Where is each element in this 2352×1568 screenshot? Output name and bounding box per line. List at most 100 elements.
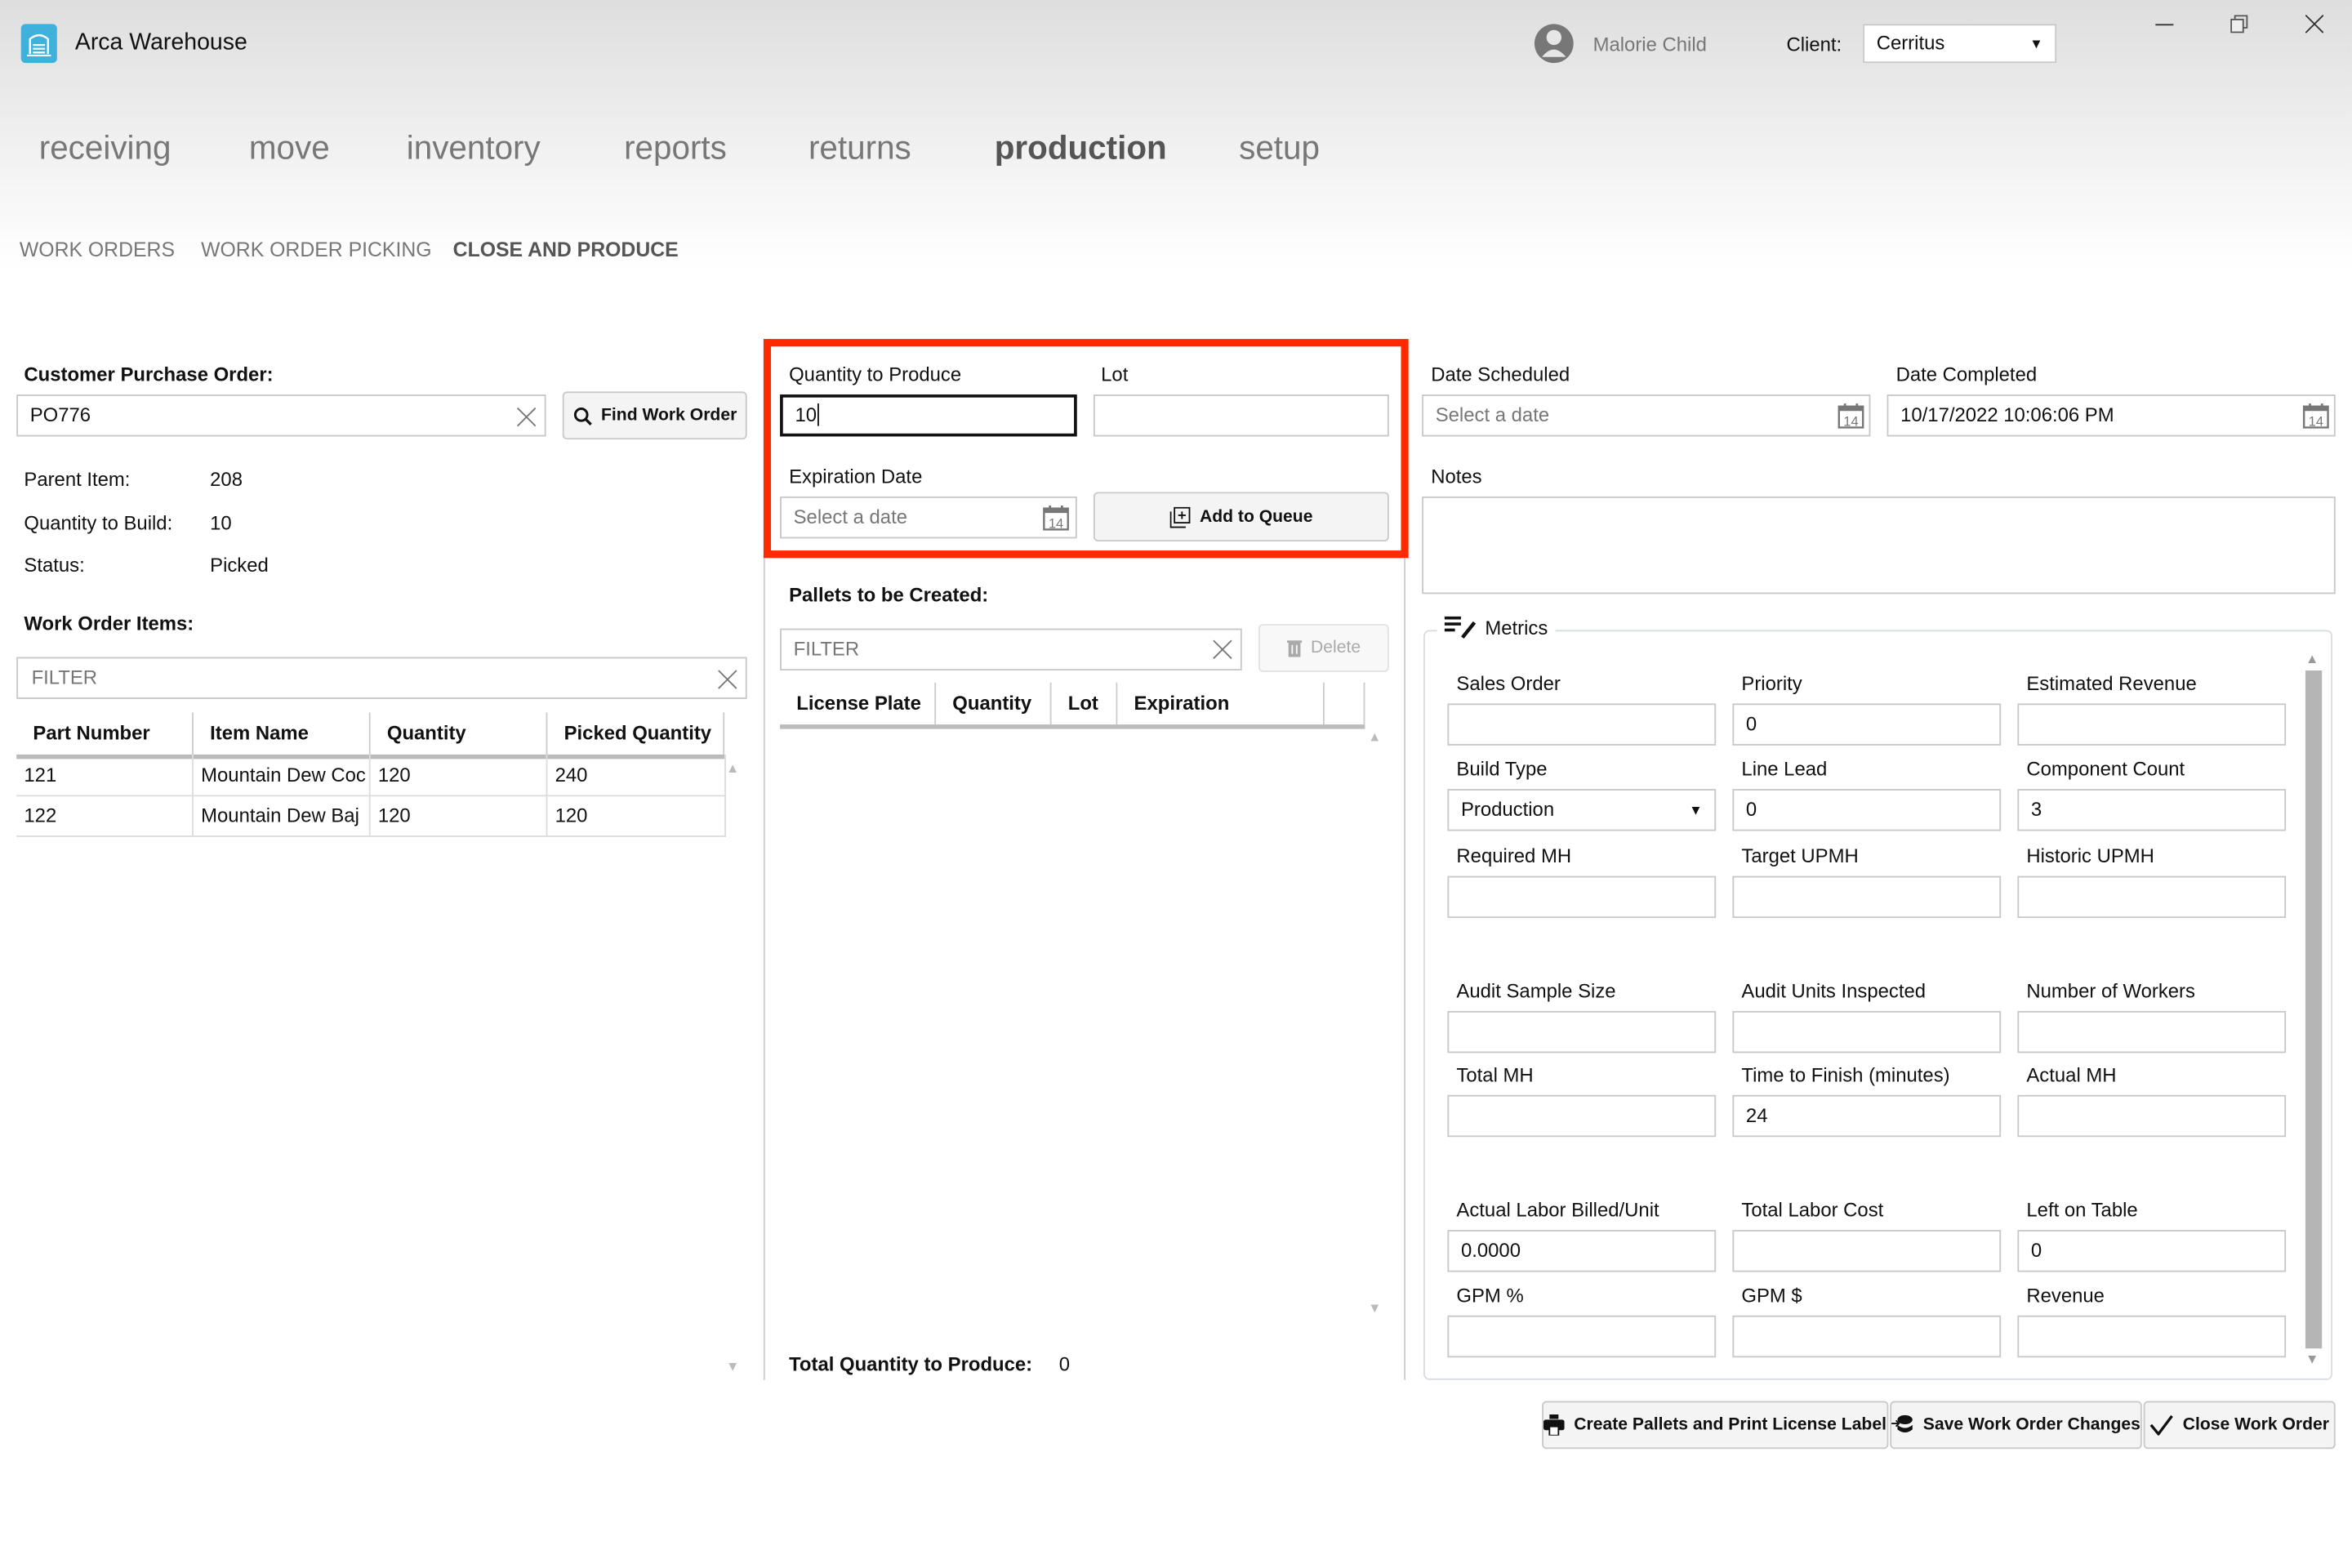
calendar-icon[interactable]: 14 [2302, 402, 2329, 429]
scroll-up-icon[interactable]: ▲ [726, 760, 739, 775]
clear-filter-icon[interactable] [1212, 639, 1233, 660]
nav-reports[interactable]: reports [624, 129, 727, 168]
audit-units-inspected-input[interactable] [1732, 1010, 2002, 1054]
historic-upmh-label: Historic UPMH [2026, 844, 2154, 867]
nav-setup[interactable]: setup [1239, 129, 1320, 168]
scroll-up-icon[interactable]: ▲ [2305, 651, 2319, 666]
search-icon [573, 407, 592, 425]
chevron-down-icon: ▼ [2029, 36, 2043, 51]
calendar-icon[interactable]: 14 [1043, 504, 1070, 531]
printer-icon [1544, 1414, 1566, 1436]
gpm-input[interactable] [1447, 1315, 1717, 1358]
revenue-input[interactable] [2017, 1315, 2287, 1358]
date-scheduled-label: Date Scheduled [1431, 363, 1570, 386]
table-cell: Mountain Dew Baj [192, 795, 369, 836]
column-header[interactable]: Item Name [192, 712, 369, 755]
user-name[interactable]: Malorie Child [1593, 33, 1707, 56]
table-row[interactable]: 121 Mountain Dew Coc 120 240 [16, 754, 726, 797]
component-count-label: Component Count [2026, 757, 2185, 781]
total-qty-value: 0 [1058, 1352, 1070, 1376]
delete-button[interactable]: Delete [1258, 624, 1389, 672]
scroll-down-icon[interactable]: ▼ [2305, 1352, 2319, 1366]
sales-order-input[interactable] [1447, 703, 1717, 746]
number-of-workers-input[interactable] [2017, 1010, 2287, 1054]
left-on-table-input[interactable]: 0 [2017, 1230, 2287, 1272]
line-lead-input[interactable]: 0 [1732, 789, 2002, 831]
historic-upmh-input[interactable] [2017, 875, 2287, 919]
checkmark-icon [2149, 1414, 2174, 1436]
actual-mh-input[interactable] [2017, 1094, 2287, 1138]
qty-produce-label: Quantity to Produce [789, 363, 962, 386]
scroll-down-icon[interactable]: ▼ [1368, 1300, 1381, 1315]
app-title: Arca Warehouse [74, 29, 247, 56]
date-completed-input[interactable]: 10/17/2022 10:06:06 PM [1886, 394, 2336, 437]
expiration-date-input[interactable]: Select a date [780, 496, 1077, 539]
nav-production[interactable]: production [995, 129, 1167, 168]
pallets-filter-input[interactable]: FILTER [780, 628, 1242, 671]
column-header[interactable]: License Plate [780, 683, 934, 724]
items-filter-input[interactable]: FILTER [16, 657, 747, 699]
priority-input[interactable]: 0 [1732, 703, 2002, 746]
column-header[interactable]: Part Number [16, 712, 192, 754]
nav-move[interactable]: move [249, 129, 330, 168]
left-on-table-value: 0 [2030, 1239, 2042, 1262]
clear-filter-icon[interactable] [717, 669, 738, 690]
close-work-order-label: Close Work Order [2182, 1415, 2329, 1434]
metrics-scrollbar[interactable] [2305, 670, 2323, 1349]
target-upmh-input[interactable] [1732, 875, 2002, 919]
scroll-down-icon[interactable]: ▼ [726, 1359, 739, 1374]
date-scheduled-input[interactable]: Select a date [1422, 394, 1871, 437]
total-mh-input[interactable] [1447, 1094, 1717, 1138]
restore-button[interactable] [2230, 15, 2248, 38]
po-input[interactable]: PO776 [16, 394, 546, 437]
notes-textarea[interactable] [1422, 496, 2336, 595]
close-window-button[interactable] [2305, 14, 2324, 38]
save-work-order-button[interactable]: Save Work Order Changes [1890, 1401, 2142, 1450]
divider [1404, 555, 1405, 1380]
calendar-icon[interactable]: 14 [1838, 402, 1864, 429]
column-header[interactable]: Quantity [934, 682, 1049, 725]
tab-close-and-produce[interactable]: CLOSE AND PRODUCE [453, 238, 679, 261]
lot-input[interactable] [1093, 394, 1389, 437]
tab-work-order-picking[interactable]: WORK ORDER PICKING [201, 238, 431, 261]
find-work-order-button[interactable]: Find Work Order [562, 391, 747, 440]
nav-receiving[interactable]: receiving [39, 129, 172, 168]
expiration-date-label: Expiration Date [789, 465, 923, 488]
sales-order-label: Sales Order [1456, 671, 1561, 695]
nav-returns[interactable]: returns [808, 129, 911, 168]
column-header[interactable]: Lot [1049, 682, 1116, 725]
date-completed-value: 10/17/2022 10:06:06 PM [1900, 403, 2114, 426]
close-work-order-button[interactable]: Close Work Order [2143, 1401, 2336, 1450]
save-work-order-label: Save Work Order Changes [1922, 1415, 2140, 1434]
add-to-queue-button[interactable]: Add to Queue [1093, 492, 1389, 542]
actual-labor-billed-unit-input[interactable]: 0.0000 [1447, 1230, 1717, 1272]
column-header[interactable]: Expiration [1116, 682, 1323, 725]
line-lead-label: Line Lead [1741, 757, 1828, 781]
client-select[interactable]: Cerritus ▼ [1863, 24, 2057, 64]
column-header[interactable]: Quantity [368, 712, 546, 755]
list-edit-icon [1444, 616, 1477, 639]
build-type-select[interactable]: Production ▼ [1447, 789, 1717, 831]
column-header[interactable]: Picked Quantity [546, 712, 725, 755]
nav-inventory[interactable]: inventory [407, 129, 541, 168]
parent-item-label: Parent Item: [24, 468, 131, 491]
filter-placeholder: FILTER [793, 637, 860, 661]
database-save-icon [1891, 1414, 1913, 1433]
minimize-button[interactable] [2155, 12, 2174, 36]
estimated-revenue-input[interactable] [2017, 703, 2287, 746]
component-count-input[interactable]: 3 [2017, 789, 2287, 831]
table-row[interactable]: 122 Mountain Dew Baj 120 120 [16, 795, 726, 837]
status-value: Picked [210, 553, 269, 577]
create-pallets-button[interactable]: Create Pallets and Print License Label [1542, 1401, 1889, 1450]
actual-mh-label: Actual MH [2026, 1063, 2117, 1086]
user-avatar-icon[interactable] [1533, 23, 1575, 69]
scroll-up-icon[interactable]: ▲ [1368, 729, 1381, 744]
total-labor-cost-input[interactable] [1732, 1230, 2002, 1272]
required-mh-input[interactable] [1447, 875, 1717, 919]
clear-po-icon[interactable] [516, 407, 537, 428]
audit-sample-size-input[interactable] [1447, 1010, 1717, 1054]
tab-work-orders[interactable]: WORK ORDERS [20, 238, 175, 261]
gpm-input[interactable] [1732, 1315, 2002, 1358]
time-to-finish-minutes-input[interactable]: 24 [1732, 1094, 2002, 1138]
qty-produce-input[interactable]: 10 [780, 394, 1077, 437]
